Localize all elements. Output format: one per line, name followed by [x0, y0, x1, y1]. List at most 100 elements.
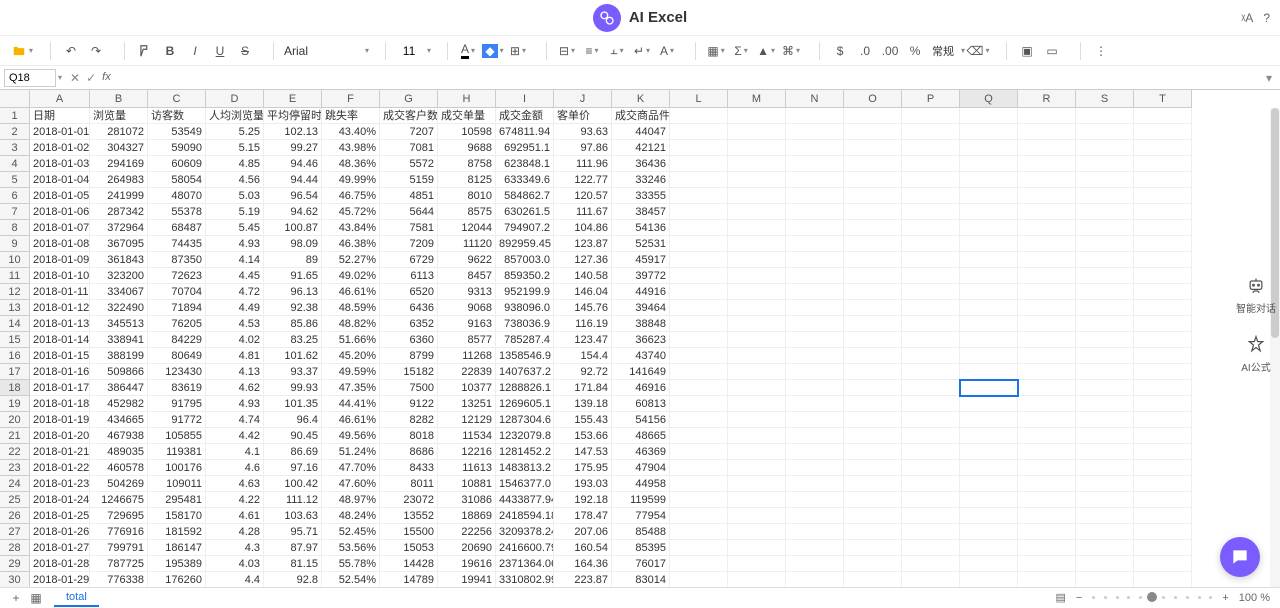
cell[interactable] [670, 492, 728, 508]
cell[interactable] [844, 572, 902, 587]
row-header[interactable]: 28 [0, 540, 30, 556]
fill-color-button[interactable]: ◆▾ [481, 39, 505, 63]
cell[interactable]: 4.13 [206, 364, 264, 380]
cell[interactable]: 2018-01-13 [30, 316, 90, 332]
cell[interactable] [1134, 156, 1192, 172]
cell[interactable] [1076, 172, 1134, 188]
cell[interactable]: 4433877.94 [496, 492, 554, 508]
cell[interactable] [728, 300, 786, 316]
cell[interactable]: 8433 [380, 460, 438, 476]
cell[interactable] [670, 316, 728, 332]
cell[interactable]: 97.86 [554, 140, 612, 156]
cell[interactable]: 452982 [90, 396, 148, 412]
image-button[interactable]: ▲▾ [754, 39, 778, 63]
cell[interactable] [960, 444, 1018, 460]
cell[interactable] [1134, 220, 1192, 236]
cell[interactable] [670, 124, 728, 140]
cell[interactable] [786, 572, 844, 587]
cell[interactable]: 5644 [380, 204, 438, 220]
cell[interactable]: 4.93 [206, 396, 264, 412]
cell[interactable] [844, 492, 902, 508]
cell[interactable]: 43740 [612, 348, 670, 364]
cell[interactable] [728, 476, 786, 492]
cell[interactable] [902, 572, 960, 587]
cell[interactable] [902, 508, 960, 524]
cell[interactable] [1134, 236, 1192, 252]
cell[interactable]: 140.58 [554, 268, 612, 284]
cell[interactable]: 2018-01-21 [30, 444, 90, 460]
add-sheet-button[interactable]: + [6, 588, 26, 608]
conditional-format-button[interactable]: ▦▾ [704, 39, 728, 63]
cell[interactable] [728, 124, 786, 140]
merge-button[interactable]: ⊟▾ [555, 39, 579, 63]
cell[interactable]: 10598 [438, 124, 496, 140]
cell[interactable]: 153.66 [554, 428, 612, 444]
folder-icon[interactable]: ▾ [10, 39, 34, 63]
cell[interactable] [786, 364, 844, 380]
cell[interactable]: 120.57 [554, 188, 612, 204]
cell[interactable]: 2018-01-17 [30, 380, 90, 396]
cell[interactable] [902, 316, 960, 332]
cell[interactable] [844, 332, 902, 348]
cell[interactable] [728, 204, 786, 220]
cell[interactable]: 22256 [438, 524, 496, 540]
more-button[interactable]: ⋮ [1089, 39, 1113, 63]
cell[interactable] [786, 252, 844, 268]
cell[interactable] [1076, 188, 1134, 204]
cell[interactable]: 15500 [380, 524, 438, 540]
cell[interactable] [1134, 572, 1192, 587]
cell[interactable]: 71894 [148, 300, 206, 316]
cell[interactable]: 105855 [148, 428, 206, 444]
cell[interactable] [960, 572, 1018, 587]
cell[interactable]: 89 [264, 252, 322, 268]
cell[interactable]: 11120 [438, 236, 496, 252]
cell[interactable] [1076, 156, 1134, 172]
cell[interactable] [902, 524, 960, 540]
column-header[interactable]: I [496, 90, 554, 108]
underline-button[interactable]: U [208, 39, 232, 63]
cell[interactable]: 平均停留时间 [264, 108, 322, 124]
cell[interactable] [1134, 364, 1192, 380]
cell[interactable]: 44916 [612, 284, 670, 300]
cell[interactable] [1018, 492, 1076, 508]
cell[interactable]: 4.03 [206, 556, 264, 572]
cell[interactable] [1018, 428, 1076, 444]
cell[interactable]: 46.61% [322, 284, 380, 300]
row-header[interactable]: 11 [0, 268, 30, 284]
cell[interactable]: 794907.2 [496, 220, 554, 236]
cell[interactable]: 4.1 [206, 444, 264, 460]
cell[interactable] [670, 540, 728, 556]
cell[interactable]: 1232079.8 [496, 428, 554, 444]
cell[interactable]: 38848 [612, 316, 670, 332]
cell[interactable]: 2018-01-27 [30, 540, 90, 556]
cell[interactable]: 4.3 [206, 540, 264, 556]
cell[interactable]: 2018-01-09 [30, 252, 90, 268]
cell[interactable] [902, 204, 960, 220]
cell[interactable]: 87350 [148, 252, 206, 268]
cell[interactable]: 100.87 [264, 220, 322, 236]
cell[interactable] [1018, 380, 1076, 396]
cell[interactable]: 36436 [612, 156, 670, 172]
cell[interactable]: 45.20% [322, 348, 380, 364]
cell[interactable] [902, 108, 960, 124]
cell[interactable]: 48.36% [322, 156, 380, 172]
cell[interactable] [844, 508, 902, 524]
cell[interactable]: 2018-01-18 [30, 396, 90, 412]
cell[interactable]: 4.56 [206, 172, 264, 188]
cell[interactable] [670, 172, 728, 188]
cell[interactable]: 14428 [380, 556, 438, 572]
cell[interactable]: 2018-01-22 [30, 460, 90, 476]
cell[interactable] [1134, 556, 1192, 572]
cell[interactable] [960, 332, 1018, 348]
zoom-in-button[interactable]: + [1222, 592, 1228, 604]
cell[interactable]: 47.70% [322, 460, 380, 476]
column-header[interactable]: P [902, 90, 960, 108]
cell[interactable]: 7081 [380, 140, 438, 156]
cell[interactable] [902, 556, 960, 572]
cell[interactable] [1134, 316, 1192, 332]
cell[interactable]: 623848.1 [496, 156, 554, 172]
cell[interactable]: 4.45 [206, 268, 264, 284]
cell[interactable] [1018, 508, 1076, 524]
zoom-out-button[interactable]: − [1076, 592, 1082, 604]
cell[interactable] [728, 380, 786, 396]
